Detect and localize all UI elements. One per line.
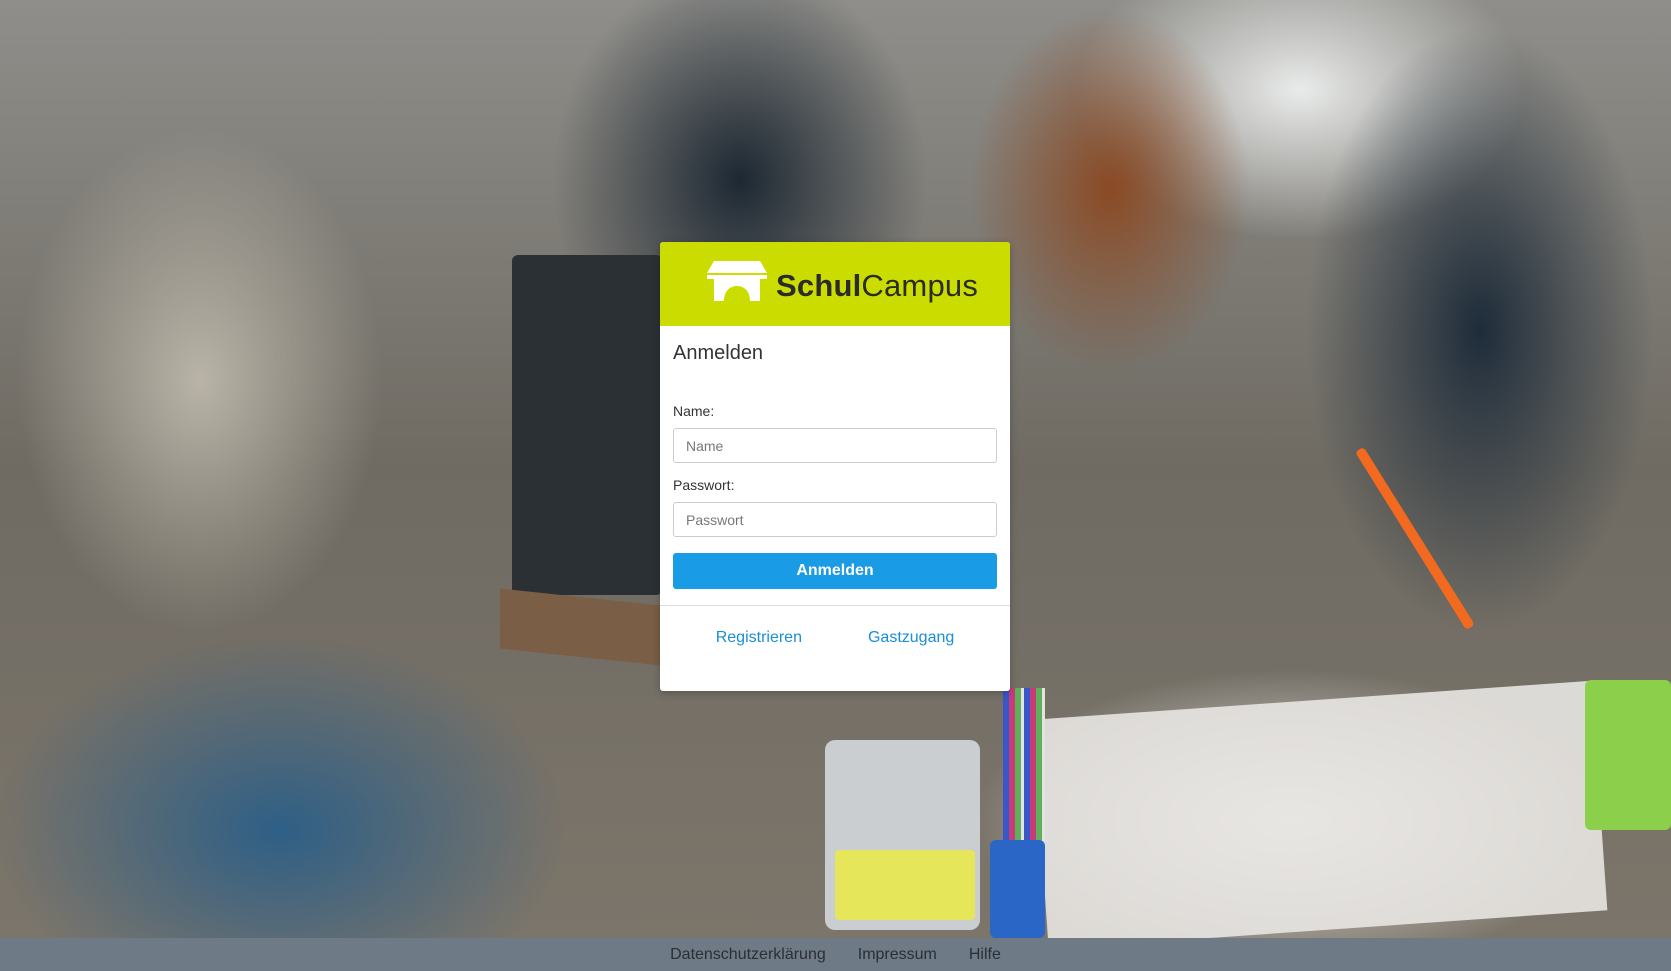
brand-header: SchulCampus	[660, 242, 1010, 326]
password-label: Passwort:	[673, 477, 735, 493]
guest-access-link[interactable]: Gastzugang	[868, 629, 954, 647]
name-input[interactable]	[673, 428, 997, 463]
background-marker-box-label	[835, 850, 975, 920]
name-label: Name:	[673, 403, 715, 419]
privacy-policy-link[interactable]: Datenschutzerklärung	[670, 946, 826, 964]
background-laptop	[512, 255, 662, 595]
imprint-link[interactable]: Impressum	[858, 946, 937, 964]
background-desk	[500, 588, 680, 668]
login-form: Anmelden Name: Passwort: Anmelden	[660, 342, 1010, 589]
secondary-links: Registrieren Gastzugang	[660, 629, 1010, 647]
divider	[660, 605, 1010, 606]
login-button[interactable]: Anmelden	[673, 553, 997, 589]
schoolhouse-logo-icon	[707, 261, 767, 301]
background-pen	[1355, 446, 1475, 631]
footer: Datenschutzerklärung Impressum Hilfe	[0, 938, 1671, 971]
background-marker-cup	[990, 840, 1045, 938]
password-input[interactable]	[673, 502, 997, 537]
help-link[interactable]: Hilfe	[969, 946, 1001, 964]
brand-name-bold: Schul	[776, 268, 862, 303]
login-card: SchulCampus Anmelden Name: Passwort: Anm…	[660, 242, 1010, 691]
background-markers	[1003, 688, 1045, 848]
brand-wordmark: SchulCampus	[776, 268, 978, 304]
brand-name-light: Campus	[861, 268, 979, 303]
register-link[interactable]: Registrieren	[716, 629, 802, 647]
background-cup	[1585, 680, 1671, 830]
background-paper	[1032, 680, 1608, 950]
login-title: Anmelden	[673, 342, 764, 364]
